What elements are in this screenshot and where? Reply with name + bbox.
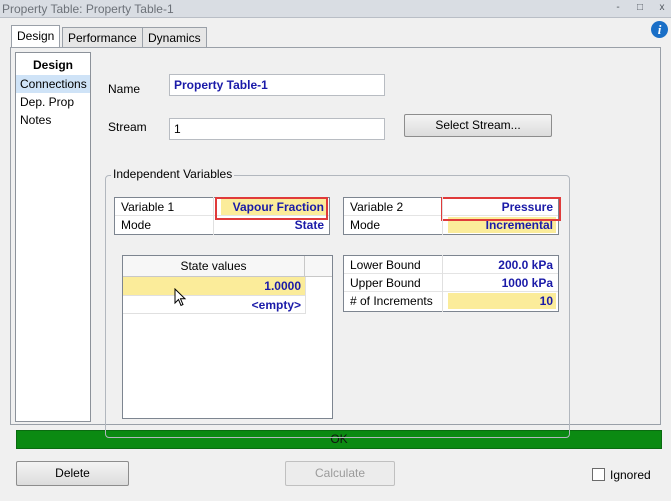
tab-dynamics[interactable]: Dynamics <box>142 27 207 47</box>
maximize-icon[interactable]: □ <box>634 2 646 14</box>
increments-row: # of Increments 10 <box>344 292 558 310</box>
variable-2-highlight-frame <box>441 197 561 221</box>
tab-design[interactable]: Design <box>11 25 61 47</box>
grid-divider <box>305 277 306 314</box>
tab-performance[interactable]: Performance <box>62 27 143 47</box>
design-tab-panel: Design Connections Dep. Prop Notes Name … <box>10 47 661 438</box>
property-table-window: Design Performance Dynamics i Design Con… <box>0 18 671 501</box>
window-title: Property Table: Property Table-1 <box>2 2 174 16</box>
minimize-icon[interactable]: - <box>612 2 624 14</box>
variable-1-label: Variable 1 <box>121 200 175 214</box>
state-value-row[interactable]: <empty> <box>123 296 305 314</box>
info-icon[interactable]: i <box>651 21 668 38</box>
bounds-divider <box>442 255 443 312</box>
mouse-cursor-icon <box>174 288 187 307</box>
independent-variables-title: Independent Variables <box>111 167 235 181</box>
stream-field[interactable]: 1 <box>169 118 385 140</box>
state-values-header-spacer <box>305 256 332 277</box>
calculate-button[interactable]: Calculate <box>285 461 395 486</box>
ignored-checkbox[interactable] <box>592 468 605 481</box>
variable-2-divider <box>442 197 443 235</box>
lower-bound-row: Lower Bound 200.0 kPa <box>344 256 558 274</box>
mode-1-label: Mode <box>121 218 152 232</box>
state-values-header: State values <box>123 256 305 277</box>
variable-1-highlight-frame <box>215 197 328 220</box>
lower-bound-label: Lower Bound <box>350 258 421 272</box>
close-icon[interactable]: x <box>656 2 668 14</box>
name-label: Name <box>108 82 141 96</box>
upper-bound-label: Upper Bound <box>350 276 421 290</box>
name-field[interactable]: Property Table-1 <box>169 74 385 96</box>
design-sidebar: Design Connections Dep. Prop Notes <box>15 52 91 422</box>
sidebar-item-notes[interactable]: Notes <box>16 111 90 129</box>
increments-value[interactable]: 10 <box>448 293 556 309</box>
variable-1-divider <box>213 197 214 235</box>
state-values-grid: State values 1.0000 <empty> <box>122 255 333 419</box>
upper-bound-value[interactable]: 1000 kPa <box>499 275 556 291</box>
bounds-table: Lower Bound 200.0 kPa Upper Bound 1000 k… <box>343 255 559 312</box>
variable-2-label: Variable 2 <box>350 200 404 214</box>
sidebar-item-connections[interactable]: Connections <box>16 75 90 93</box>
mode-2-label: Mode <box>350 218 381 232</box>
select-stream-button[interactable]: Select Stream... <box>404 114 552 137</box>
increments-label: # of Increments <box>350 294 433 308</box>
title-bar: Property Table: Property Table-1 - □ x <box>0 0 671 18</box>
independent-variables-group: Independent Variables Variable 1 Vapour … <box>105 167 570 438</box>
stream-label: Stream <box>108 120 147 134</box>
upper-bound-row: Upper Bound 1000 kPa <box>344 274 558 292</box>
sidebar-header: Design <box>32 58 73 72</box>
state-value-row[interactable]: 1.0000 <box>123 277 305 296</box>
delete-button[interactable]: Delete <box>16 461 129 486</box>
lower-bound-value[interactable]: 200.0 kPa <box>495 257 556 273</box>
ignored-label: Ignored <box>610 468 651 482</box>
sidebar-item-dep-prop[interactable]: Dep. Prop <box>16 93 90 111</box>
